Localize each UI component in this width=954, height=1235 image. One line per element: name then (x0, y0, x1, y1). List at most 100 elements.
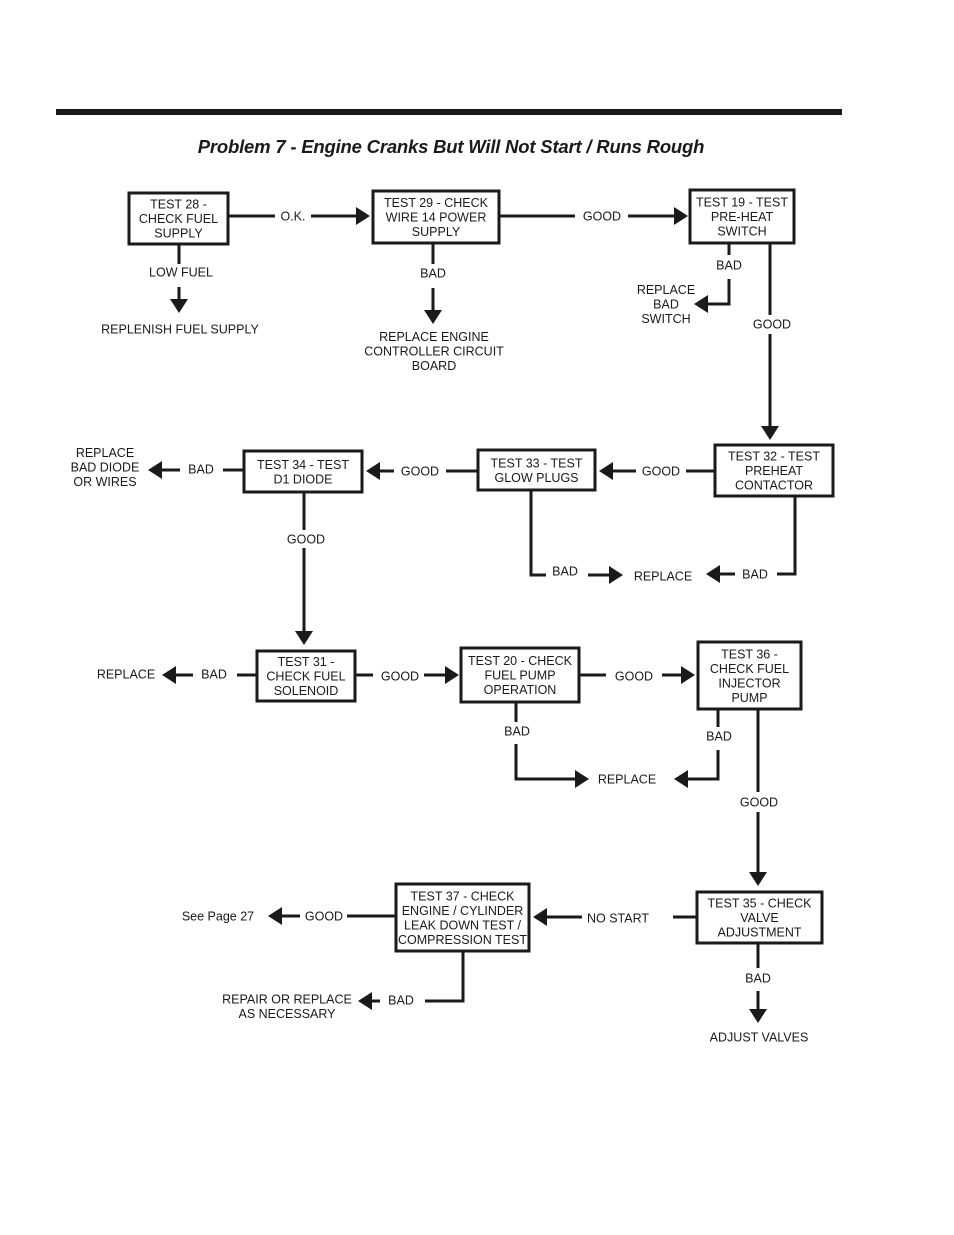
box-test37: TEST 37 - CHECKENGINE / CYLINDERLEAK DOW… (394, 882, 531, 953)
box-test35: TEST 35 - CHECKVALVEADJUSTMENT (695, 890, 824, 945)
box-test28-text: CHECK FUEL (139, 212, 218, 226)
box-test36-text: PUMP (731, 691, 767, 705)
arrowhead-icon (609, 566, 623, 584)
outcome-adjust-valves: ADJUST VALVES (710, 1031, 809, 1045)
box-test36-text: TEST 36 - (721, 647, 778, 661)
box-test32-text: CONTACTOR (735, 479, 813, 493)
box-test33-text: GLOW PLUGS (494, 471, 578, 485)
box-test31-text: TEST 31 - (278, 655, 335, 669)
box-test19-text: SWITCH (717, 225, 766, 239)
arrowhead-icon (162, 666, 176, 684)
box-test36-text: CHECK FUEL (710, 662, 789, 676)
box-test28-text: SUPPLY (154, 227, 203, 241)
box-test36-text: INJECTOR (718, 676, 780, 690)
arrowhead-icon (268, 907, 282, 925)
box-test34-text: D1 DIODE (273, 472, 332, 486)
arrowhead-icon (424, 310, 442, 324)
box-test35-text: VALVE (740, 911, 778, 925)
box-test28-text: TEST 28 - (150, 198, 207, 212)
connector (688, 750, 720, 781)
arrowhead-icon (575, 770, 589, 788)
box-test36: TEST 36 -CHECK FUELINJECTORPUMP (696, 640, 803, 711)
outcome-replace-diode: REPLACEBAD DIODEOR WIRES (71, 446, 140, 489)
box-test29: TEST 29 - CHECKWIRE 14 POWERSUPPLY (371, 189, 501, 245)
edge-label-bad-line: BAD (504, 725, 530, 739)
box-test35-text: TEST 35 - CHECK (708, 897, 813, 911)
edge-label-bad-line: BAD (201, 668, 227, 682)
edge-label-bad-line: BAD (706, 730, 732, 744)
outcome-replace-controller-line: CONTROLLER CIRCUIT (364, 345, 504, 359)
box-test31-text: CHECK FUEL (266, 670, 345, 684)
outcome-replace-pump: REPLACE (598, 773, 656, 787)
arrowhead-icon (295, 631, 313, 645)
outcome-replace-solenoid-line: REPLACE (97, 668, 155, 682)
edge-label-good: GOOD (287, 533, 325, 547)
edge-label-good: GOOD (305, 910, 343, 924)
outcome-replace-switch-line: BAD (653, 298, 679, 312)
box-test32-text: TEST 32 - TEST (728, 450, 820, 464)
outcome-replace-diode-line: BAD DIODE (71, 461, 140, 475)
outcome-replenish-fuel: REPLENISH FUEL SUPPLY (101, 323, 259, 337)
outcome-replace-controller: REPLACE ENGINECONTROLLER CIRCUITBOARD (364, 330, 504, 373)
edge-label-good-line: GOOD (753, 318, 791, 332)
edge-label-bad-line: BAD (552, 565, 578, 579)
box-test33: TEST 33 - TESTGLOW PLUGS (476, 448, 597, 492)
edge-label-bad: BAD (745, 972, 771, 986)
connector (425, 951, 465, 1003)
outcome-see-page: See Page 27 (182, 910, 254, 924)
edge-label-good-line: GOOD (287, 533, 325, 547)
edge-label-good: GOOD (401, 465, 439, 479)
outcome-replenish-fuel-line: REPLENISH FUEL SUPPLY (101, 323, 259, 337)
flowchart: TEST 28 -CHECK FUELSUPPLYTEST 29 - CHECK… (71, 188, 835, 1045)
box-test34: TEST 34 - TESTD1 DIODE (242, 449, 364, 494)
edge-label-no-start-line: NO START (587, 912, 649, 926)
arrowhead-icon (681, 666, 695, 684)
edge-label-bad-line: BAD (716, 259, 742, 273)
outcome-replace-controller-line: REPLACE ENGINE (379, 330, 489, 344)
outcome-adjust-valves-line: ADJUST VALVES (710, 1031, 809, 1045)
edge-label-bad-line: BAD (420, 267, 446, 281)
edge-label-good: GOOD (615, 670, 653, 684)
outcome-repair-replace: REPAIR OR REPLACEAS NECESSARY (222, 992, 352, 1021)
box-test37-text: COMPRESSION TEST (398, 933, 527, 947)
edge-label-ok: O.K. (280, 210, 305, 224)
outcome-replace-pump-line: REPLACE (598, 773, 656, 787)
edge-label-bad: BAD (552, 565, 578, 579)
edge-label-bad: BAD (188, 463, 214, 477)
outcome-replace-diode-line: OR WIRES (73, 475, 136, 489)
edge-label-no-start: NO START (587, 912, 649, 926)
edge-label-bad-line: BAD (388, 994, 414, 1008)
arrowhead-icon (694, 295, 708, 313)
box-test19-text: PRE-HEAT (711, 210, 774, 224)
edge-label-bad: BAD (420, 267, 446, 281)
box-test29-text: WIRE 14 POWER (386, 211, 487, 225)
outcome-replace-switch-line: REPLACE (637, 283, 695, 297)
arrowhead-icon (366, 462, 380, 480)
arrowhead-icon (148, 461, 162, 479)
arrowhead-icon (674, 770, 688, 788)
box-test35-text: ADJUSTMENT (717, 926, 801, 940)
arrowhead-icon (358, 992, 372, 1010)
box-test37-text: TEST 37 - CHECK (411, 889, 516, 903)
arrowhead-icon (761, 426, 779, 440)
outcome-replace-solenoid: REPLACE (97, 668, 155, 682)
arrowhead-icon (749, 872, 767, 886)
box-test34-text: TEST 34 - TEST (257, 458, 349, 472)
box-test28: TEST 28 -CHECK FUELSUPPLY (127, 191, 230, 246)
connector (707, 279, 731, 306)
outcome-replace-controller-line: BOARD (412, 359, 456, 373)
arrowhead-icon (445, 666, 459, 684)
edge-label-bad: BAD (201, 668, 227, 682)
arrowhead-icon (749, 1009, 767, 1023)
outcome-replace-glow-contactor-line: REPLACE (634, 570, 692, 584)
arrowhead-icon (674, 207, 688, 225)
box-test31: TEST 31 -CHECK FUELSOLENOID (255, 649, 357, 703)
outcome-replace-glow-contactor: REPLACE (634, 570, 692, 584)
edge-label-bad-line: BAD (745, 972, 771, 986)
edge-label-bad: BAD (742, 568, 768, 582)
connector (529, 490, 546, 577)
connector (514, 744, 575, 781)
edge-label-good-line: GOOD (305, 910, 343, 924)
edge-label-bad: BAD (388, 994, 414, 1008)
box-test20: TEST 20 - CHECKFUEL PUMPOPERATION (459, 646, 581, 704)
